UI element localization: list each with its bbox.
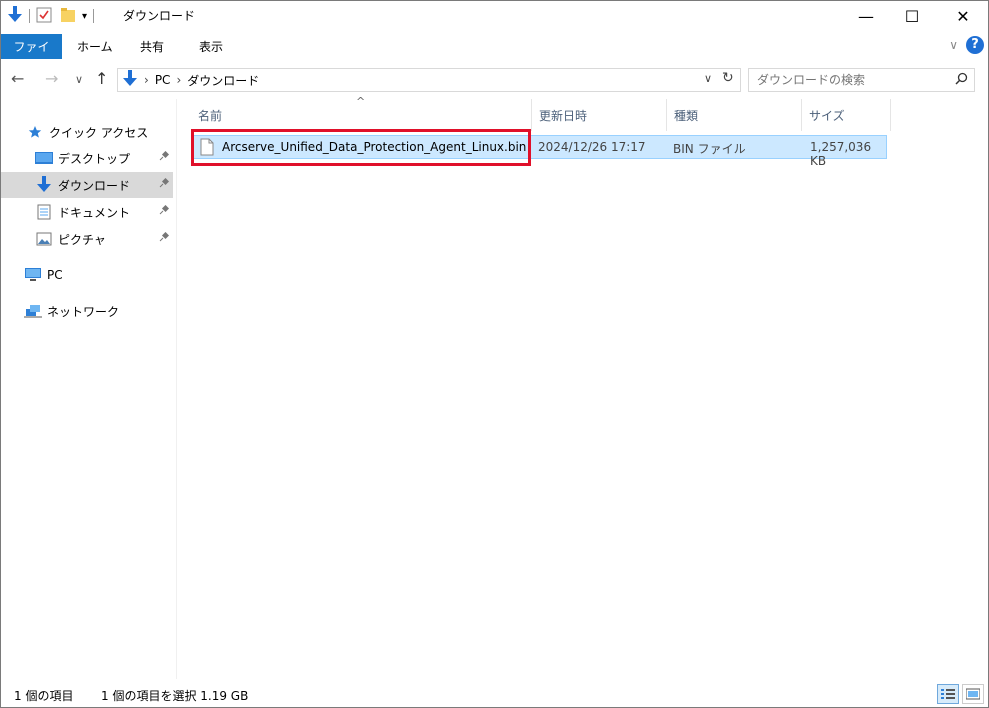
status-bar: 1 個の項目 1 個の項目を選択 1.19 GB [1, 681, 988, 707]
sidebar-item-label: ピクチャ [58, 232, 106, 247]
window-title: ダウンロード [123, 9, 196, 23]
highlight-annotation [191, 129, 531, 166]
navigation-bar: ← → ∨ ↑ › PC › ダウンロード ∨ ↻ [1, 65, 988, 95]
sidebar-item-pc[interactable]: PC [23, 262, 173, 288]
breadcrumb-pc[interactable]: PC [155, 73, 171, 87]
maximize-button[interactable]: ☐ [889, 1, 935, 31]
close-button[interactable]: ✕ [940, 1, 986, 31]
sidebar-item-desktop[interactable]: デスクトップ [1, 145, 173, 171]
recent-locations-button[interactable]: ∨ [75, 73, 83, 86]
pin-icon[interactable] [159, 231, 170, 245]
details-view-button[interactable] [937, 684, 959, 704]
search-input[interactable] [757, 72, 947, 88]
refresh-icon[interactable]: ↻ [722, 70, 734, 86]
expand-ribbon-icon[interactable]: ∨ [949, 38, 958, 52]
back-button[interactable]: ← [11, 69, 24, 88]
tab-home[interactable]: ホーム [67, 34, 123, 59]
ribbon-tabs: ファイル ホーム 共有 表示 ∨ ? [1, 32, 988, 71]
pc-icon [23, 266, 43, 284]
address-dropdown-icon[interactable]: ∨ [704, 72, 712, 85]
tab-file[interactable]: ファイル [1, 34, 62, 71]
up-button[interactable]: ↑ [95, 69, 108, 88]
status-item-count: 1 個の項目 [14, 689, 74, 703]
tab-share[interactable]: 共有 [130, 34, 174, 59]
properties-icon[interactable] [36, 7, 52, 26]
network-icon [23, 302, 43, 320]
breadcrumb-separator[interactable]: › [176, 73, 181, 87]
status-selection: 1 個の項目を選択 1.19 GB [101, 689, 249, 703]
search-box[interactable] [748, 68, 975, 92]
file-size: 1,257,036 KB [810, 140, 872, 168]
document-icon [34, 203, 54, 221]
desktop-icon [34, 149, 54, 167]
pin-icon[interactable] [159, 204, 170, 218]
new-folder-icon[interactable] [60, 7, 76, 26]
details-view-icon [941, 689, 955, 699]
file-type: BIN ファイル [673, 142, 746, 156]
sidebar-item-label: デスクトップ [58, 151, 131, 166]
download-icon [34, 176, 54, 194]
sidebar-item-label: ドキュメント [58, 205, 131, 220]
column-header-name[interactable]: 名前 [190, 99, 532, 131]
forward-button[interactable]: → [45, 69, 58, 88]
column-header-type[interactable]: 種類 [666, 99, 802, 131]
help-icon[interactable]: ? [966, 36, 984, 54]
file-list-view: ^ 名前 更新日時 種類 サイズ Arcserve_Unified_Data_P… [178, 95, 988, 679]
ribbon-controls: ∨ ? [949, 36, 984, 54]
pin-icon[interactable] [159, 177, 170, 191]
title-bar: ▾ ダウンロード — ☐ ✕ [1, 1, 988, 31]
file-modified: 2024/12/26 17:17 [538, 140, 646, 154]
sidebar-item-label: PC [47, 268, 63, 282]
column-header-size[interactable]: サイズ [801, 99, 891, 131]
minimize-button[interactable]: — [843, 1, 889, 31]
download-location-icon [122, 69, 138, 91]
download-folder-icon [7, 5, 23, 27]
address-bar[interactable]: › PC › ダウンロード ∨ ↻ [117, 68, 741, 92]
sidebar-item-downloads[interactable]: ダウンロード [1, 172, 173, 198]
large-icons-view-button[interactable] [962, 684, 984, 704]
quick-access-toolbar: ▾ [7, 5, 100, 27]
navigation-pane: クイック アクセス デスクトップ ダウンロード ドキュメント ピクチャ PC ネ… [1, 99, 177, 679]
explorer-window: ▾ ダウンロード — ☐ ✕ ファイル ホーム 共有 表示 ∨ ? ← → ∨ … [0, 0, 989, 708]
breadcrumb-separator[interactable]: › [144, 73, 149, 87]
sidebar-item-label: ダウンロード [58, 178, 131, 193]
customize-qat-icon[interactable]: ▾ [82, 11, 87, 22]
star-icon [25, 123, 45, 141]
sidebar-item-quick-access[interactable]: クイック アクセス [25, 119, 175, 145]
tab-view[interactable]: 表示 [189, 34, 233, 59]
search-icon[interactable] [955, 72, 968, 89]
sidebar-item-network[interactable]: ネットワーク [23, 298, 173, 324]
sidebar-item-documents[interactable]: ドキュメント [1, 199, 173, 225]
pin-icon[interactable] [159, 150, 170, 164]
column-header-modified[interactable]: 更新日時 [531, 99, 667, 131]
sidebar-item-label: ネットワーク [47, 304, 120, 319]
picture-icon [34, 230, 54, 248]
sidebar-item-pictures[interactable]: ピクチャ [1, 226, 173, 252]
large-icons-view-icon [966, 688, 980, 700]
breadcrumb-downloads[interactable]: ダウンロード [187, 72, 259, 89]
sidebar-item-label: クイック アクセス [49, 125, 149, 140]
